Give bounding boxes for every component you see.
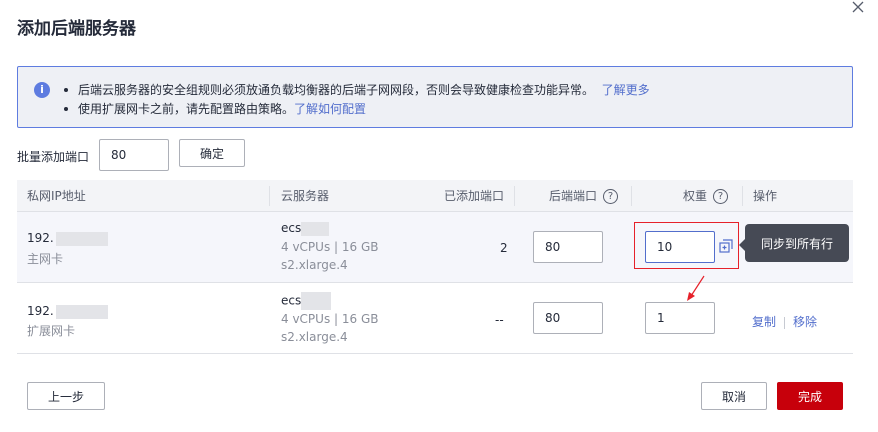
- backend-port-input[interactable]: 80: [533, 302, 603, 334]
- sync-rows-icon[interactable]: [719, 239, 733, 253]
- backend-port-input[interactable]: 80: [533, 231, 603, 263]
- remove-link[interactable]: 移除: [793, 315, 817, 329]
- notice-line-2: 使用扩展网卡之前，请先配置路由策略。了解如何配置: [64, 100, 366, 117]
- redacted-ip: [55, 304, 108, 319]
- server-name-cell: ecs: [281, 221, 330, 236]
- bullet: [64, 87, 68, 92]
- previous-step-button[interactable]: 上一步: [27, 382, 105, 410]
- copy-link[interactable]: 复制: [752, 315, 776, 329]
- server-spec: 4 vCPUs | 16 GB: [281, 312, 379, 326]
- done-button[interactable]: 完成: [777, 382, 843, 410]
- cancel-button[interactable]: 取消: [701, 382, 767, 410]
- header-weight: 权重?: [683, 180, 729, 212]
- server-name-cell: ecs: [281, 292, 332, 310]
- header-weight-label: 权重: [683, 189, 708, 203]
- dialog-title: 添加后端服务器: [17, 19, 136, 39]
- sync-tooltip: 同步到所有行: [739, 224, 849, 262]
- redacted-server-name: [301, 292, 332, 310]
- server-flavor: s2.xlarge.4: [281, 258, 348, 272]
- table-row: 192. 扩展网卡 ecs 4 vCPUs | 16 GB s2.xlarge.…: [17, 283, 853, 354]
- server-name: ecs: [281, 293, 302, 308]
- batch-port-input[interactable]: 80: [99, 139, 169, 171]
- confirm-button[interactable]: 确定: [179, 139, 245, 167]
- header-divider: [269, 186, 270, 206]
- table-row: 192. 主网卡 ecs 4 vCPUs | 16 GB s2.xlarge.4…: [17, 212, 853, 283]
- header-backend-port-label: 后端端口: [549, 189, 598, 203]
- private-ip: 192.: [27, 231, 54, 245]
- help-circle-icon[interactable]: ?: [603, 189, 619, 204]
- header-divider: [631, 186, 632, 206]
- notice-banner: i 后端云服务器的安全组规则必须放通负载均衡器的后端子网网段，否则会导致健康检查…: [17, 66, 853, 128]
- arrow-annotation-icon: [687, 275, 705, 301]
- header-actions: 操作: [753, 189, 778, 203]
- row-actions: 复制 移除: [752, 313, 817, 330]
- learn-more-link[interactable]: 了解更多: [602, 83, 650, 97]
- info-icon: i: [34, 82, 50, 98]
- header-divider: [742, 186, 743, 206]
- header-private-ip: 私网IP地址: [27, 189, 86, 203]
- private-ip-cell: 192.: [27, 304, 108, 319]
- private-ip: 192.: [27, 304, 54, 318]
- close-icon[interactable]: [851, 0, 865, 14]
- server-spec: 4 vCPUs | 16 GB: [281, 240, 379, 254]
- batch-port-label: 批量添加端口: [17, 150, 90, 164]
- redacted-ip: [55, 231, 108, 246]
- added-ports: 2: [500, 241, 508, 255]
- nic-type: 主网卡: [27, 252, 64, 266]
- redacted-server-name: [301, 221, 330, 236]
- header-added-ports: 已添加端口: [444, 189, 505, 203]
- header-backend-port: 后端端口?: [549, 180, 619, 212]
- header-divider: [514, 186, 515, 206]
- weight-input[interactable]: 10: [645, 231, 715, 263]
- weight-input[interactable]: 1: [645, 302, 715, 334]
- notice-text-2: 使用扩展网卡之前，请先配置路由策略。: [78, 102, 295, 116]
- notice-text-1: 后端云服务器的安全组规则必须放通负载均衡器的后端子网网段，否则会导致健康检查功能…: [78, 83, 595, 97]
- how-to-configure-link[interactable]: 了解如何配置: [294, 102, 366, 116]
- help-circle-icon[interactable]: ?: [713, 189, 729, 204]
- server-flavor: s2.xlarge.4: [281, 330, 348, 344]
- notice-line-1: 后端云服务器的安全组规则必须放通负载均衡器的后端子网网段，否则会导致健康检查功能…: [64, 81, 650, 98]
- table-header: 私网IP地址 云服务器 已添加端口 后端端口? 权重? 操作: [17, 180, 853, 212]
- nic-type: 扩展网卡: [27, 324, 76, 338]
- action-divider: [784, 316, 786, 329]
- header-server: 云服务器: [281, 189, 330, 203]
- added-ports: --: [495, 313, 504, 327]
- server-name: ecs: [281, 221, 302, 235]
- private-ip-cell: 192.: [27, 231, 108, 246]
- bullet: [64, 106, 68, 111]
